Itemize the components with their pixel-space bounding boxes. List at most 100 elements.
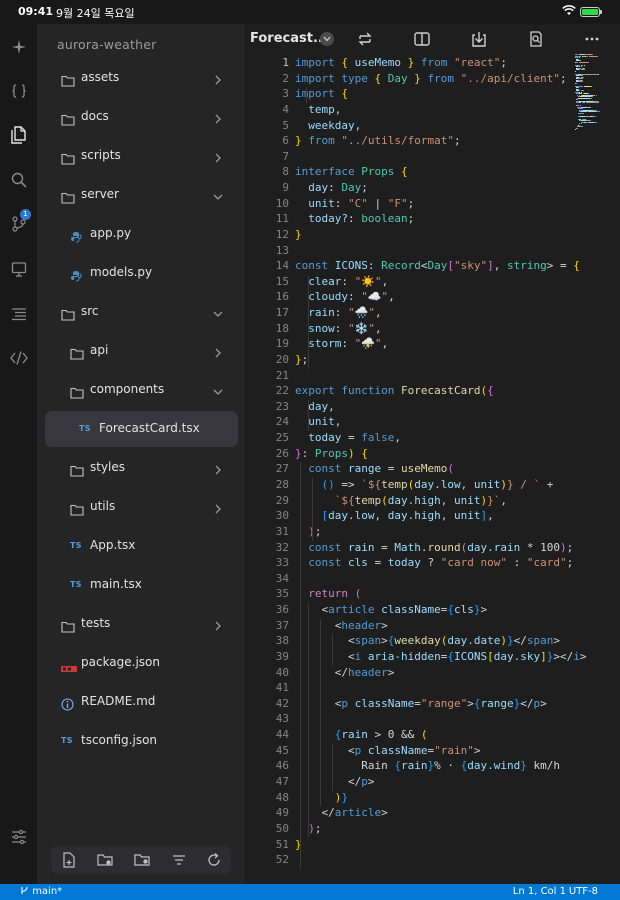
chevron-down-icon[interactable] (212, 383, 224, 395)
code-line[interactable]: Rain {rain}% · {day.wind} km/h (295, 759, 560, 772)
new-folder-icon[interactable] (97, 852, 113, 868)
code-line[interactable]: const cls = today ? "card now" : "card"; (295, 556, 573, 569)
code-line[interactable]: today?: boolean; (295, 212, 414, 225)
code-line[interactable]: <p className="range">{range}</p> (295, 697, 547, 710)
tree-folder[interactable]: api (45, 333, 238, 369)
tree-folder[interactable]: assets (45, 60, 238, 96)
code-line[interactable]: unit: "C" | "F"; (295, 197, 414, 210)
new-file-icon[interactable] (61, 852, 77, 868)
refresh-icon[interactable] (206, 852, 222, 868)
code-line[interactable]: temp, (295, 103, 341, 116)
code-icon[interactable] (6, 345, 31, 370)
search-icon[interactable] (6, 167, 31, 192)
code-line[interactable]: <span>{weekday(day.date)}</span> (295, 634, 560, 647)
code-token: temp (381, 478, 408, 491)
code-line[interactable]: weekday, (295, 119, 361, 132)
encoding[interactable]: UTF-8 (569, 886, 598, 897)
minimap-line (595, 94, 597, 96)
tree-folder[interactable]: components (45, 372, 238, 408)
code-line[interactable]: interface Props { (295, 165, 408, 178)
code-line[interactable]: today = false, (295, 431, 401, 444)
code-line[interactable]: export function ForecastCard({ (295, 384, 494, 397)
tree-file[interactable]: app.py (45, 216, 238, 252)
code-line[interactable]: () => `${temp(day.low, unit)} / ` + (295, 478, 553, 491)
code-line[interactable]: }: Props) { (295, 447, 368, 460)
code-line[interactable]: cloudy: "☁️", (295, 290, 395, 303)
tree-folder[interactable]: server (45, 177, 238, 213)
chevron-right-icon[interactable] (212, 617, 224, 631)
code-editor[interactable]: 1 2 3 4 5 6 7 8 9 10 11 12 13 14 15 16 17 18 19 20 21 22 23 24 2… (245, 54, 620, 884)
code-line[interactable]: } (295, 228, 302, 241)
swap-icon[interactable] (356, 30, 374, 48)
chevron-right-icon[interactable] (212, 110, 224, 124)
code-line[interactable]: return ( (295, 587, 361, 600)
line-number: 14 (275, 259, 289, 273)
code-line[interactable]: <article className={cls}> (295, 603, 487, 616)
code-line[interactable]: {rain > 0 && ( (295, 728, 428, 741)
tree-folder[interactable]: src (45, 294, 238, 330)
code-line[interactable]: <p className="rain"> (295, 743, 481, 757)
tree-file[interactable]: TS App.tsx (45, 528, 238, 564)
tree-file[interactable]: TS tsconfig.json (45, 723, 238, 759)
monitor-icon[interactable] (6, 256, 31, 281)
tree-folder[interactable]: utils (45, 489, 238, 525)
code-line[interactable]: const range = useMemo( (295, 462, 454, 475)
settings-sliders-icon[interactable] (11, 829, 27, 845)
code-line[interactable]: `${temp(day.high, unit)}`, (295, 494, 507, 507)
code-token: = (341, 431, 362, 445)
minimap[interactable] (575, 54, 620, 134)
code-token: } (520, 759, 527, 773)
sort-icon[interactable] (171, 852, 187, 868)
code-token: clear (295, 274, 342, 288)
code-line[interactable]: import { useMemo } from "react"; (295, 56, 507, 69)
download-icon[interactable] (470, 30, 488, 48)
tree-folder[interactable]: docs (45, 99, 238, 135)
code-line[interactable]: }; (295, 353, 308, 366)
code-line[interactable]: day, (295, 400, 335, 413)
code-line[interactable]: <i aria-hidden={ICONS[day.sky]}></i> (295, 650, 586, 663)
code-line[interactable]: </header> (295, 666, 395, 679)
branch-indicator[interactable]: main* (20, 886, 62, 897)
list-icon[interactable] (6, 301, 31, 326)
code-line[interactable]: } from "../utils/format"; (295, 134, 461, 147)
code-line[interactable]: </p> (295, 775, 375, 788)
find-icon[interactable] (527, 30, 545, 48)
code-line[interactable]: ); (295, 525, 321, 538)
code-line[interactable]: day: Day; (295, 181, 368, 194)
split-view-icon[interactable] (413, 30, 431, 48)
braces-icon[interactable] (6, 78, 31, 103)
chevron-right-icon[interactable] (212, 500, 224, 514)
more-icon[interactable] (583, 30, 601, 48)
code-line[interactable]: import type { Day } from "../api/client"… (295, 72, 567, 85)
tree-file[interactable]: package.json (45, 645, 238, 681)
chevron-right-icon[interactable] (212, 71, 224, 85)
source-control-icon[interactable]: 1 (6, 209, 31, 236)
code-line[interactable]: import { (295, 87, 348, 100)
tree-folder[interactable]: tests (45, 606, 238, 642)
chevron-down-icon[interactable] (212, 188, 224, 200)
chevron-down-icon[interactable] (320, 32, 334, 46)
cursor-position[interactable]: Ln 1, Col 1 (513, 886, 566, 897)
folder-settings-icon[interactable] (134, 852, 150, 868)
tree-file[interactable]: TS ForecastCard.tsx (45, 411, 238, 447)
code-line[interactable]: )} (295, 791, 348, 804)
chevron-right-icon[interactable] (212, 344, 224, 358)
sparkle-icon[interactable] (6, 34, 31, 59)
code-line[interactable]: [day.low, day.high, unit], (295, 509, 493, 522)
code-token: unit (295, 415, 335, 429)
tree-file[interactable]: models.py (45, 255, 238, 291)
line-number: 23 (275, 399, 289, 413)
chevron-right-icon[interactable] (212, 461, 224, 475)
code-line[interactable]: const rain = Math.round(day.rain * 100); (295, 541, 573, 554)
code-line[interactable]: const ICONS: Record<Day["sky"], string> … (295, 259, 580, 272)
tree-folder[interactable]: styles (45, 450, 238, 486)
tree-file[interactable]: README.md (45, 684, 238, 720)
tree-file[interactable]: TS main.tsx (45, 567, 238, 603)
chevron-down-icon[interactable] (212, 305, 224, 317)
files-icon[interactable] (6, 122, 31, 147)
tree-folder[interactable]: scripts (45, 138, 238, 174)
chevron-right-icon[interactable] (212, 149, 224, 163)
editor-tab-title[interactable]: Forecast... (250, 31, 328, 46)
code-line[interactable]: unit, (295, 415, 341, 428)
code-token: < (295, 743, 355, 757)
